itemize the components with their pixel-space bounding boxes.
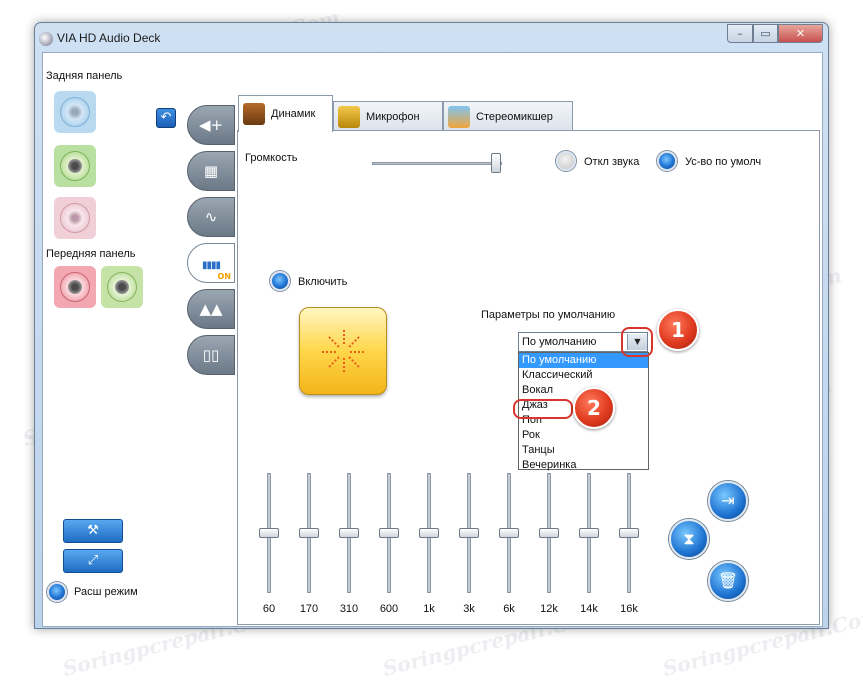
eq-band-label: 14k [580,603,598,615]
save-icon: ⇥ [721,491,735,510]
maximize-button[interactable]: ▭ [753,24,778,43]
callout-highlight-2 [513,399,573,419]
reset-preset-button[interactable]: ⧗ [669,519,709,559]
callout-badge-1: 1 [657,309,699,351]
eq-slider-thumb[interactable] [259,528,279,538]
preset-option[interactable]: Танцы [519,443,648,458]
front-jack-green[interactable] [101,266,143,308]
tab-stereo-mixer-label: Стереомикшер [476,111,553,123]
side-tab-speaker-config[interactable]: ▦ [187,151,235,191]
sparkle-icon [322,330,366,374]
eq-band-label: 3k [463,603,475,615]
close-icon: ✕ [795,27,806,40]
front-jack-pink[interactable] [54,266,96,308]
left-panel: Задняя панель ↶ Передняя панель ◀+ ▦ ∿ ▮… [43,53,235,626]
undo-icon: ↶ [160,110,172,125]
waveform-icon: ∿ [204,208,218,226]
advanced-mode-radio[interactable] [47,582,67,602]
client-area: Задняя панель ↶ Передняя панель ◀+ ▦ ∿ ▮… [42,52,823,627]
advanced-mode-label: Расш режим [74,586,138,598]
room-calibration-icon: ▯▯ [202,346,220,364]
rear-jack-green[interactable] [54,145,96,187]
mute-label: Откл звука [584,156,640,168]
rear-jack-blue[interactable] [54,91,96,133]
volume-label: Громкость [245,152,298,164]
preset-option[interactable]: Рок [519,428,648,443]
hourglass-icon: ⧗ [683,529,695,548]
preset-select-value: По умолчанию [522,336,597,348]
connector-settings-button[interactable]: ⚒ [63,519,123,543]
minimize-button[interactable]: – [727,24,753,43]
pointer-icon: ⤢ [87,553,99,568]
tab-speaker-label: Динамик [271,108,316,120]
audio-deck-window: VIA HD Audio Deck – ▭ ✕ Задняя панель ↶ … [34,22,829,629]
side-tab-environment[interactable]: ▲▲ [187,289,235,329]
eq-band-label: 170 [299,603,319,615]
eq-slider-thumb[interactable] [619,528,639,538]
side-tab-equalizer[interactable]: ▮▮▮▮ ON [187,243,235,283]
minimize-icon: – [737,27,743,40]
eq-band-label: 1k [423,603,435,615]
eq-band-label: 60 [262,603,276,615]
delete-preset-button[interactable]: 🗑 [708,561,748,601]
preset-heading: Параметры по умолчанию [481,309,616,321]
eq-band-label: 310 [339,603,359,615]
close-button[interactable]: ✕ [778,24,823,43]
tab-microphone[interactable]: Микрофон [333,101,443,131]
rear-panel-label: Задняя панель [46,70,123,82]
volume-slider-track[interactable] [372,162,502,165]
environment-icon: ▲▲ [199,300,223,318]
eq-band-label: 12k [540,603,558,615]
speaker-config-icon: ▦ [203,162,219,180]
callout-badge-2: 2 [573,387,615,429]
default-device-label: Ус-во по умолч [685,156,762,168]
eq-slider-thumb[interactable] [499,528,519,538]
trash-icon: 🗑 [717,571,739,590]
front-panel-label: Передняя панель [46,248,136,260]
side-tab-volume[interactable]: ◀+ [187,105,235,145]
volume-slider-thumb[interactable] [490,153,501,173]
window-title: VIA HD Audio Deck [57,31,161,45]
tab-stereo-mixer[interactable]: Стереомикшер [443,101,573,131]
preset-preview-tile [299,307,387,395]
eq-enable-radio[interactable] [270,271,290,291]
tab-speaker[interactable]: Динамик [238,95,333,132]
eq-slider-thumb[interactable] [539,528,559,538]
tab-microphone-label: Микрофон [366,111,420,123]
eq-band-label: 6k [503,603,515,615]
title-bar[interactable]: VIA HD Audio Deck – ▭ ✕ [35,23,828,53]
mute-radio[interactable] [556,151,576,171]
eq-slider-thumb[interactable] [379,528,399,538]
eq-slider-thumb[interactable] [579,528,599,538]
eq-enable-label: Включить [298,276,348,288]
side-tab-room-calibration[interactable]: ▯▯ [187,335,235,375]
save-preset-button[interactable]: ⇥ [708,481,748,521]
callout-highlight-1 [621,327,653,357]
eq-band-label: 16k [620,603,638,615]
stereo-mixer-icon [448,106,470,128]
preset-option[interactable]: Вечеринка [519,458,648,473]
rear-jack-pink[interactable] [54,197,96,239]
eq-slider-thumb[interactable] [299,528,319,538]
eq-slider-thumb[interactable] [419,528,439,538]
preset-option[interactable]: Классический [519,368,648,383]
eq-band-label: 600 [379,603,399,615]
side-tab-waveform[interactable]: ∿ [187,197,235,237]
connector-icon: ⚒ [87,523,99,538]
speaker-volume-icon: ◀+ [198,116,224,134]
undo-button[interactable]: ↶ [156,108,176,128]
default-device-radio[interactable] [657,151,677,171]
speaker-icon [243,103,265,125]
eq-slider-thumb[interactable] [339,528,359,538]
advanced-tool-button[interactable]: ⤢ [63,549,123,573]
maximize-icon: ▭ [760,27,771,40]
eq-slider-thumb[interactable] [459,528,479,538]
equalizer-icon: ▮▮▮▮ [201,260,221,271]
microphone-icon [338,106,360,128]
app-icon [39,32,53,46]
equalizer-on-indicator: ON [217,272,232,281]
